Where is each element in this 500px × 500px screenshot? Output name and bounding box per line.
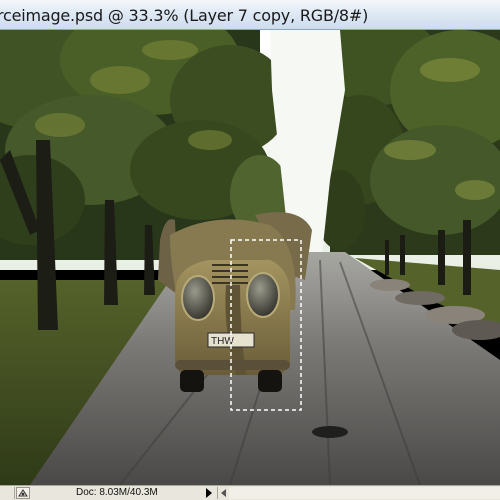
document-titlebar: urceimage.psd @ 33.3% (Layer 7 copy, RGB… [0,0,500,30]
zoom-field[interactable] [0,487,15,499]
road-puddle [312,426,348,438]
doc-size-readout: Doc: 8.03M/40.3M [76,487,158,498]
right-headlight [246,272,280,318]
status-icon[interactable] [16,487,30,499]
left-headlight [181,275,215,321]
document-canvas[interactable]: THW [0,30,500,485]
scroll-left-icon[interactable] [217,487,229,499]
document-title: urceimage.psd @ 33.3% (Layer 7 copy, RGB… [0,6,369,25]
horizontal-scrollbar[interactable] [229,487,500,499]
elephant-car: THW [158,212,312,392]
status-menu-arrow-icon[interactable] [206,488,212,498]
canvas-image: THW [0,30,500,485]
status-bar: Doc: 8.03M/40.3M [0,485,500,500]
